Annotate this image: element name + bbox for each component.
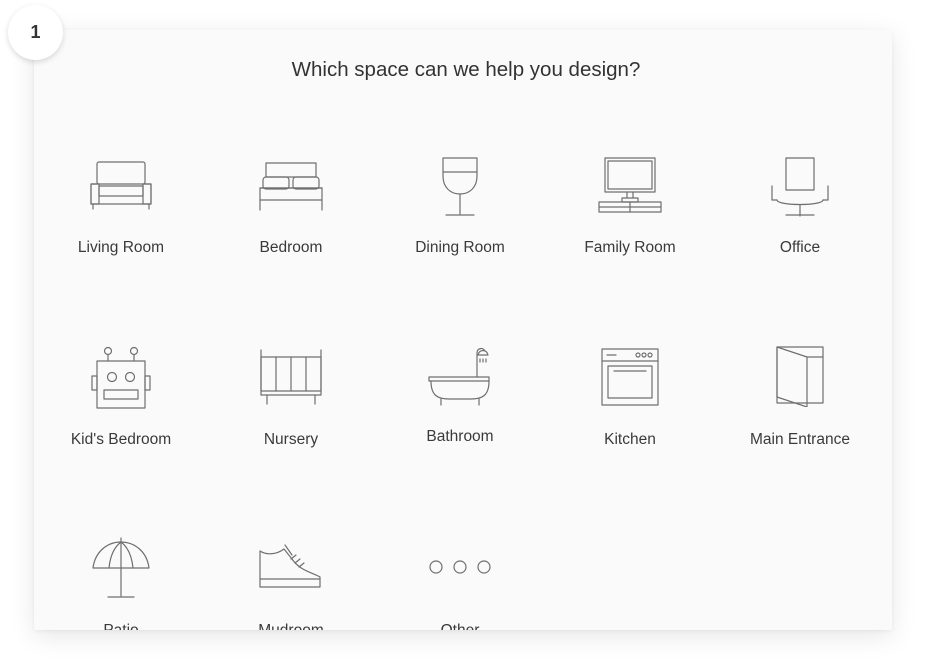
wine-glass-icon xyxy=(442,157,478,216)
space-label: Office xyxy=(779,239,821,256)
space-label: Dining Room xyxy=(415,239,505,256)
space-option-kitchen[interactable]: Kitchen xyxy=(550,342,710,452)
space-label: Bathroom xyxy=(426,428,494,445)
crib-icon xyxy=(260,349,322,405)
space-option-bedroom[interactable]: Bedroom xyxy=(211,150,371,260)
shoe-icon xyxy=(259,544,321,588)
page-title: Which space can we help you design? xyxy=(291,58,641,81)
step-number-badge: 1 xyxy=(8,5,63,60)
space-option-other[interactable]: Other xyxy=(380,533,540,630)
space-label: Mudroom xyxy=(211,622,371,630)
sofa-icon xyxy=(90,161,152,210)
umbrella-icon xyxy=(92,537,150,598)
space-option-living-room[interactable]: Living Room xyxy=(41,150,201,260)
tv-icon xyxy=(598,157,662,213)
office-chair-icon xyxy=(771,157,829,217)
bathtub-icon xyxy=(428,347,490,406)
robot-icon xyxy=(91,346,151,409)
space-label: Kid's Bedroom xyxy=(70,431,172,448)
space-option-dining-room[interactable]: Dining Room xyxy=(380,150,540,260)
space-option-family-room[interactable]: Family Room xyxy=(550,150,710,260)
door-icon xyxy=(776,346,824,407)
space-option-kids-bedroom[interactable]: Kid's Bedroom xyxy=(41,342,201,452)
space-option-main-entrance[interactable]: Main Entrance xyxy=(720,342,880,452)
space-label: Bedroom xyxy=(259,239,323,256)
space-option-nursery[interactable]: Nursery xyxy=(211,342,371,452)
space-label: Kitchen xyxy=(604,431,656,448)
space-label: Other xyxy=(380,622,540,630)
more-dots-icon xyxy=(429,560,491,574)
space-option-office[interactable]: Office xyxy=(720,150,880,260)
space-label: Patio xyxy=(41,622,201,630)
space-option-mudroom[interactable]: Mudroom xyxy=(211,533,371,630)
space-option-patio[interactable]: Patio xyxy=(41,533,201,630)
space-label: Nursery xyxy=(263,431,319,448)
space-selection-card: Living Room Bedroom Dining Room Family R… xyxy=(34,30,892,630)
bed-icon xyxy=(259,162,323,211)
space-label: Main Entrance xyxy=(750,431,850,448)
oven-icon xyxy=(601,348,659,406)
space-option-bathroom[interactable]: Bathroom xyxy=(380,342,540,452)
space-label: Family Room xyxy=(584,239,676,256)
space-label: Living Room xyxy=(77,239,165,256)
